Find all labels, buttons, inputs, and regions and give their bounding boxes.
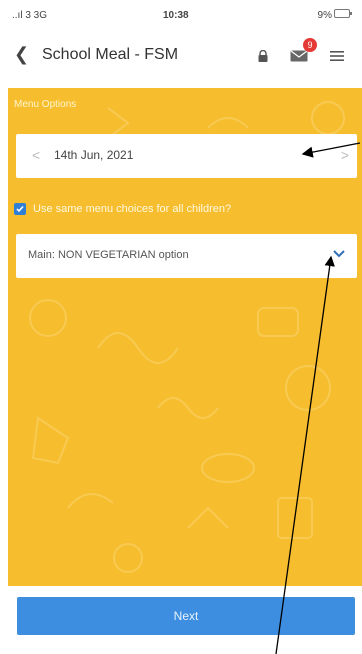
lock-icon[interactable]: [257, 50, 269, 62]
status-bar: ..ıl 3 3G 10:38 9%: [0, 0, 362, 30]
chevron-right-icon[interactable]: >: [341, 147, 349, 163]
selected-date: 14th Jun, 2021: [54, 148, 134, 162]
signal-indicator: ..ıl 3 3G: [12, 10, 48, 21]
main-menu-select[interactable]: Main: NON VEGETARIAN option: [16, 234, 357, 278]
chevron-down-icon: [333, 250, 345, 258]
menu-options-panel: Menu Options < 14th Jun, 2021 > Use same…: [8, 88, 362, 586]
chevron-left-icon[interactable]: ❮: [14, 44, 29, 64]
status-time: 10:38: [163, 10, 189, 21]
main-menu-value: Main: NON VEGETARIAN option: [28, 249, 189, 261]
same-choices-label: Use same menu choices for all children?: [33, 203, 232, 215]
date-selector: < 14th Jun, 2021 >: [16, 134, 357, 178]
check-icon: [16, 205, 24, 213]
chevron-left-icon[interactable]: <: [32, 147, 40, 163]
section-label: Menu Options: [14, 99, 77, 110]
battery-icon: [334, 9, 352, 18]
mail-icon[interactable]: [290, 50, 308, 62]
next-button[interactable]: Next: [17, 597, 355, 635]
page-title: School Meal - FSM: [42, 46, 179, 63]
same-choices-checkbox[interactable]: [14, 203, 26, 215]
mail-badge: 9: [303, 38, 317, 52]
same-choices-option[interactable]: Use same menu choices for all children?: [14, 202, 359, 218]
menu-icon[interactable]: [330, 50, 344, 62]
battery-percent: 9%: [317, 10, 332, 21]
nav-bar: ❮ School Meal - FSM 9: [0, 38, 362, 78]
